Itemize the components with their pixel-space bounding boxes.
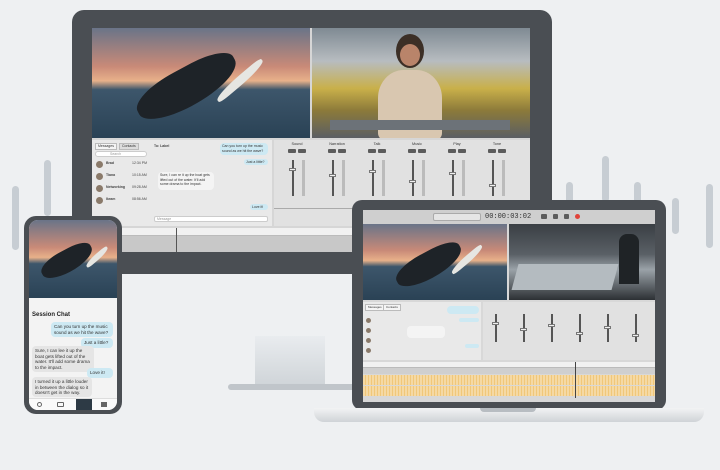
whale-video[interactable] [29, 220, 117, 298]
fader-knob[interactable] [492, 322, 499, 325]
channel-label: Music [412, 142, 422, 146]
whale-video[interactable] [363, 224, 507, 300]
channel-label: Tone [492, 142, 502, 146]
tab-contacts[interactable]: Contacts [119, 143, 139, 150]
bottom-nav [29, 398, 117, 410]
decor-bar [672, 198, 679, 234]
message-input[interactable]: Message [154, 216, 268, 222]
chat-message [459, 318, 479, 322]
fader-knob[interactable] [449, 172, 456, 175]
avatar [96, 197, 103, 204]
message-placeholder: Message [157, 217, 172, 221]
record-button[interactable] [575, 214, 580, 219]
nav-files-icon[interactable] [101, 402, 107, 407]
search-placeholder: Search [110, 152, 122, 156]
chat-message [465, 344, 479, 348]
whale-video[interactable] [92, 28, 310, 138]
chat-message: Can you turn up the music sound as we hi… [220, 143, 268, 155]
chat-message: Can you turn up the music sound as we hi… [51, 322, 113, 338]
fader-knob[interactable] [329, 174, 336, 177]
playhead[interactable] [176, 228, 177, 252]
avatar [96, 173, 103, 180]
channel-label: Talk [373, 142, 381, 146]
timeline-track[interactable] [363, 368, 655, 374]
avatar [366, 348, 371, 353]
presenter-video[interactable] [312, 28, 530, 138]
fader-knob[interactable] [604, 326, 611, 329]
nav-video-icon[interactable] [57, 402, 64, 407]
studio-video[interactable] [509, 224, 655, 300]
monitor-stand [255, 336, 325, 386]
chat-panel: Messages Contacts To: Label Search Brad … [92, 140, 272, 226]
rewind-button[interactable] [541, 214, 547, 219]
playhead[interactable] [575, 362, 576, 398]
contact-time: 08:56 AM [132, 197, 147, 201]
tab-messages[interactable]: Messages [365, 304, 385, 311]
audio-waveform[interactable] [363, 386, 655, 396]
chat-panel: Messages Contacts [363, 302, 481, 360]
contact-time: 12:34 PM [132, 161, 147, 165]
decor-bar [12, 186, 19, 250]
play-button[interactable] [564, 214, 569, 219]
nav-home-icon[interactable] [37, 402, 42, 407]
avatar [96, 161, 103, 168]
avatar [96, 185, 103, 192]
chat-message: Just a little? [244, 159, 268, 165]
contact-name[interactable]: Networking [106, 185, 125, 189]
laptop-screen: 00:00:03:02 Messages Contacts [363, 210, 655, 402]
decor-bar [706, 184, 713, 248]
avatar [366, 328, 371, 333]
decor-bar [44, 160, 51, 216]
chat-message: I turned it up a little louder in betwee… [32, 377, 92, 397]
tab-contacts[interactable]: Contacts [383, 304, 401, 311]
audio-waveform[interactable] [363, 375, 655, 385]
channel-label: Sound [291, 142, 303, 146]
timecode: 00:00:03:02 [485, 213, 532, 221]
search-input[interactable]: Search [95, 151, 147, 157]
chat-recipient: To: Label [154, 144, 170, 148]
fader-knob[interactable] [632, 334, 639, 337]
chat-message: Sure, I can re it up the boat gets lifte… [158, 172, 214, 190]
chat-message: Love it! [87, 368, 113, 378]
stop-button[interactable] [553, 214, 558, 219]
chat-message: Sure, I can lee it up the boat gets lift… [32, 346, 94, 373]
laptop-notch [480, 408, 536, 412]
chat-message [447, 306, 479, 314]
chat-message: Love it! [250, 204, 268, 210]
contact-name[interactable]: Tiana [106, 173, 115, 177]
transport-bar: 00:00:03:02 [363, 210, 655, 224]
chat-title: Session Chat [32, 312, 71, 318]
monitor-stand-base [228, 384, 358, 390]
avatar [366, 338, 371, 343]
contact-name[interactable]: Ikram [106, 197, 115, 201]
fader-knob[interactable] [489, 184, 496, 187]
contact-time: 10:15 AM [132, 173, 147, 177]
nav-chat-icon[interactable] [76, 399, 92, 410]
fader-knob[interactable] [576, 332, 583, 335]
contact-name[interactable]: Brad [106, 161, 114, 165]
fader-knob[interactable] [369, 170, 376, 173]
fader-knob[interactable] [548, 324, 555, 327]
avatar [366, 318, 371, 323]
tab-messages[interactable]: Messages [95, 143, 117, 150]
channel-label: Narration [329, 142, 345, 146]
contact-time: 09:28 AM [132, 185, 147, 189]
channel-label: Play [453, 142, 461, 146]
fader-knob[interactable] [409, 180, 416, 183]
fader-knob[interactable] [520, 328, 527, 331]
decor-bar [602, 156, 609, 202]
chat-message [407, 326, 445, 338]
fader-knob[interactable] [289, 168, 296, 171]
mixer-panel [483, 302, 655, 360]
phone-screen: Session Chat Can you turn up the music s… [29, 220, 117, 410]
